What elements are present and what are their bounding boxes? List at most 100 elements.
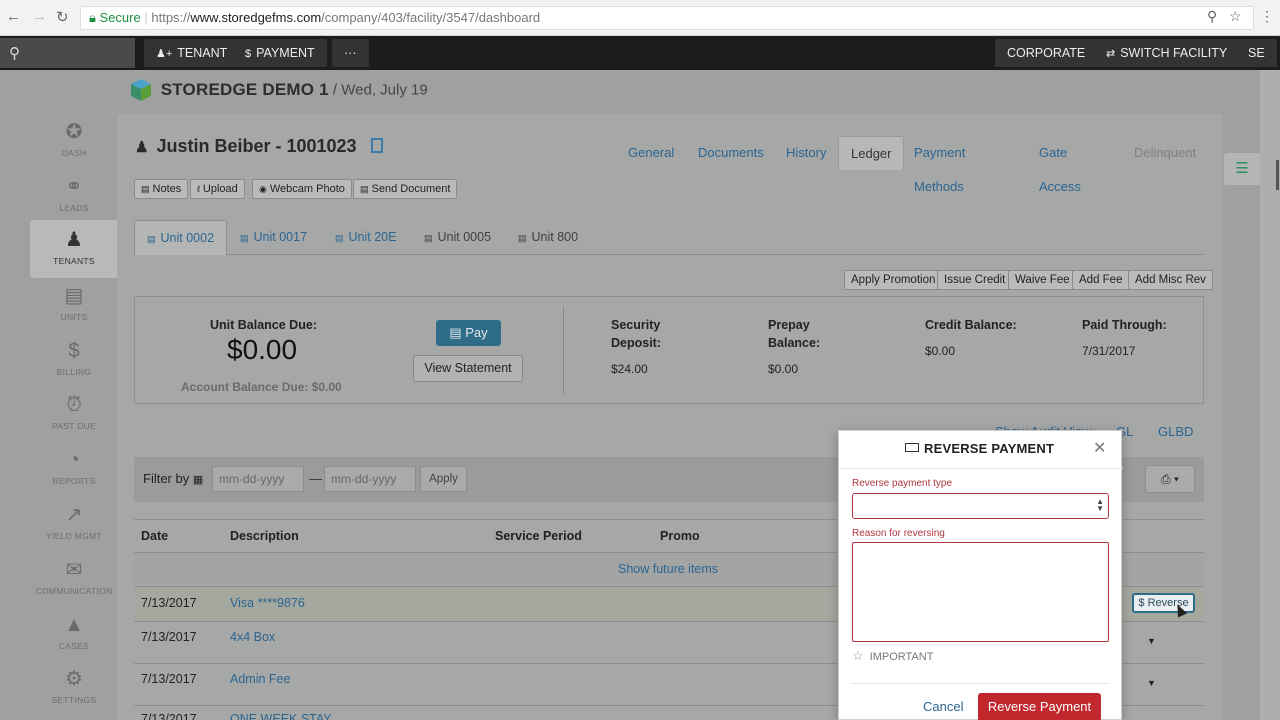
tenant-name: Justin Beiber - 1001023 [156,136,357,156]
user-menu-button[interactable]: SE [1236,39,1277,67]
add-misc-rev-button[interactable]: Add Misc Rev [1128,270,1213,290]
pay-button[interactable]: ▤ Pay [436,320,501,346]
add-person-icon: ♟+ [156,48,173,60]
modal-title: REVERSE PAYMENT [905,441,1054,456]
show-future-items-link[interactable]: Show future items [618,562,718,576]
sidebar-label: LEADS [59,203,89,213]
reverse-type-select[interactable]: ▲ ▼ [852,493,1109,519]
tab-gate-access[interactable]: Gate Access [1027,136,1093,194]
prepay-label-line2: Balance: [768,336,821,350]
sidebar-label: UNITS [60,312,88,322]
switch-facility-label: SWITCH FACILITY [1120,46,1228,60]
row-description[interactable]: 4x4 Box [230,630,275,644]
document-icon[interactable] [370,138,383,153]
envelope-icon: ✉ [65,559,83,581]
card-icon: ▤ [449,325,466,340]
menu-dots-icon[interactable]: ⋮ [1260,8,1274,25]
facility-name: STOREDGE DEMO 1 [160,80,329,99]
unit-icon: ▤ [147,234,156,244]
date-range-separator: — [309,471,322,486]
filter-label: Filter by ▦ [143,471,203,486]
reverse-type-label: Reverse payment type [852,478,953,489]
scrollbar[interactable] [1260,70,1280,720]
filter-apply-button[interactable]: Apply [420,466,467,492]
payment-button[interactable]: $ PAYMENT [233,39,327,67]
tab-payment-methods[interactable]: Payment Methods [902,136,977,194]
waive-fee-button[interactable]: Waive Fee [1008,270,1077,290]
dollar-icon: $ [68,340,80,362]
app-topbar: ⚲ ♟+ TENANT $ PAYMENT ··· CORPORATE ⇄ SWITC… [0,36,1280,70]
logo-cube-icon [131,79,151,101]
chevron-down-icon[interactable]: ▼ [1147,636,1156,646]
sidebar-label: PAST DUE [51,421,97,431]
sidebar-item-past-due[interactable]: ⏰︎ PAST DUE [30,393,118,445]
security-label-line2: Deposit: [611,336,661,350]
reverse-payment-button[interactable]: Reverse Payment [978,693,1101,720]
send-document-button[interactable]: ▤ Send Document [353,179,458,199]
tab-documents[interactable]: Documents [686,136,776,170]
address-bar[interactable]: 🔒︎ Secure | https://www.storedgefms.com/… [80,6,1254,30]
row-date: 7/13/2017 [141,712,197,720]
garage-icon: ▤ [64,285,84,307]
unit-tab[interactable]: ▤ Unit 0002 [134,220,228,255]
tab-ledger[interactable]: Ledger [838,136,905,170]
close-icon[interactable]: ✕ [1093,438,1106,458]
unit-tab-label: Unit 0005 [437,230,492,244]
sidebar-item-communication[interactable]: ✉ COMMUNICATION [30,558,118,610]
more-button[interactable]: ··· [332,39,369,67]
print-button[interactable]: ⎙ ▾ [1145,465,1195,493]
global-search[interactable]: ⚲ [0,38,135,68]
date-from-input[interactable]: mm-dd-yyyy [212,466,304,492]
unit-tab[interactable]: ▤ Unit 0005 [412,220,503,255]
sidebar-item-cases[interactable]: ▲ CASES [30,613,118,665]
tab-history[interactable]: History [774,136,838,170]
reason-textarea[interactable] [852,542,1109,642]
sidebar-item-dash[interactable]: ✪ DASH [30,120,118,172]
notes-button[interactable]: ▤ Notes [134,179,189,199]
cancel-button[interactable]: Cancel [923,699,963,714]
switch-facility-button[interactable]: ⇄ SWITCH FACILITY [1094,39,1240,67]
sidebar-item-settings[interactable]: ⚙ SETTINGS [30,667,118,719]
sidebar-item-units[interactable]: ▤ UNITS [30,284,118,336]
sidebar-item-yield-mgmt[interactable]: ↗ YIELD MGMT [30,503,118,555]
sidebar-item-reports[interactable]: ◔ REPORTS [30,448,118,500]
reason-label: Reason for reversing [852,528,945,539]
unit-tab[interactable]: ▤ Unit 0017 [228,220,319,255]
more-label: ··· [344,46,357,60]
tab-general[interactable]: General [616,136,686,170]
unit-tab[interactable]: ▤ Unit 800 [506,220,590,255]
reload-icon[interactable]: ↻ [56,8,69,26]
corporate-button[interactable]: CORPORATE [995,39,1098,67]
apply-promotion-button[interactable]: Apply Promotion [844,270,943,290]
sidebar-item-billing[interactable]: $ BILLING [30,339,118,391]
sidebar-item-tenants[interactable]: ♟ TENANTS [30,220,118,278]
reverse-payment-modal: REVERSE PAYMENT ✕ Reverse payment type ▲… [838,430,1123,720]
tab-delinquent[interactable]: Delinquent [1122,136,1208,170]
pay-label: Pay [465,325,488,340]
star-icon: ☆ [852,648,864,663]
unit-tab[interactable]: ▤ Unit 20E [323,220,408,255]
webcam-photo-button[interactable]: ◉ Webcam Photo [252,179,352,199]
date-to-input[interactable]: mm-dd-yyyy [324,466,416,492]
list-toggle[interactable]: ☰ [1224,153,1260,185]
upload-button[interactable]: ℓ Upload [190,179,245,199]
glbd-link[interactable]: GLBD [1158,424,1193,439]
column-header-description: Description [230,529,299,543]
bookmark-star-icon[interactable]: ☆ [1229,8,1242,25]
unit-tab-label: Unit 0002 [160,231,215,245]
row-description[interactable]: Admin Fee [230,672,290,686]
row-date: 7/13/2017 [141,672,197,686]
issue-credit-button[interactable]: Issue Credit [937,270,1013,290]
row-description[interactable]: Visa ****9876 [230,596,305,610]
key-icon[interactable]: ⚲ [1207,8,1217,25]
important-toggle[interactable]: ☆ IMPORTANT [852,648,933,664]
back-icon[interactable]: ← [6,8,21,25]
view-statement-button[interactable]: View Statement [413,355,523,382]
add-fee-button[interactable]: Add Fee [1072,270,1130,290]
chevron-down-icon[interactable]: ▼ [1147,678,1156,688]
bell-icon: ▲ [64,614,84,636]
forward-icon[interactable]: → [32,8,47,25]
row-description[interactable]: ONE WEEK STAY [230,712,332,720]
select-arrows-icon: ▲ ▼ [1096,497,1104,513]
tenant-button[interactable]: ♟+ TENANT [144,39,240,67]
